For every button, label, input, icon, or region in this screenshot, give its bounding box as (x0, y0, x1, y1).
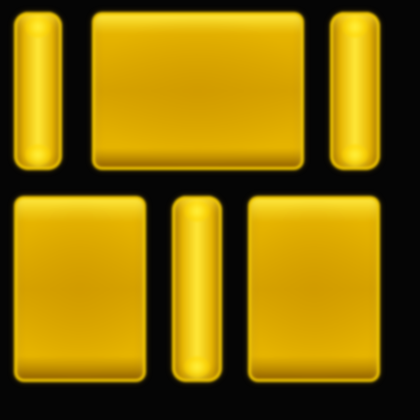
brick-bottom-center-slim (172, 196, 222, 382)
brick-bottom-left-wide (14, 196, 146, 382)
gold-brick-wall-icon (0, 0, 420, 420)
brick-highlight-bottom (25, 144, 51, 166)
brick-top-center-wide (92, 12, 304, 170)
brick-highlight-bottom (342, 144, 368, 166)
brick-highlight-top (342, 16, 368, 38)
brick-highlight-bottom (184, 356, 210, 378)
brick-highlight-top (25, 16, 51, 38)
brick-top-right-slim (330, 12, 380, 170)
brick-bottom-right-wide (248, 196, 380, 382)
brick-top-left-slim (14, 12, 62, 170)
brick-highlight-top (184, 200, 210, 222)
